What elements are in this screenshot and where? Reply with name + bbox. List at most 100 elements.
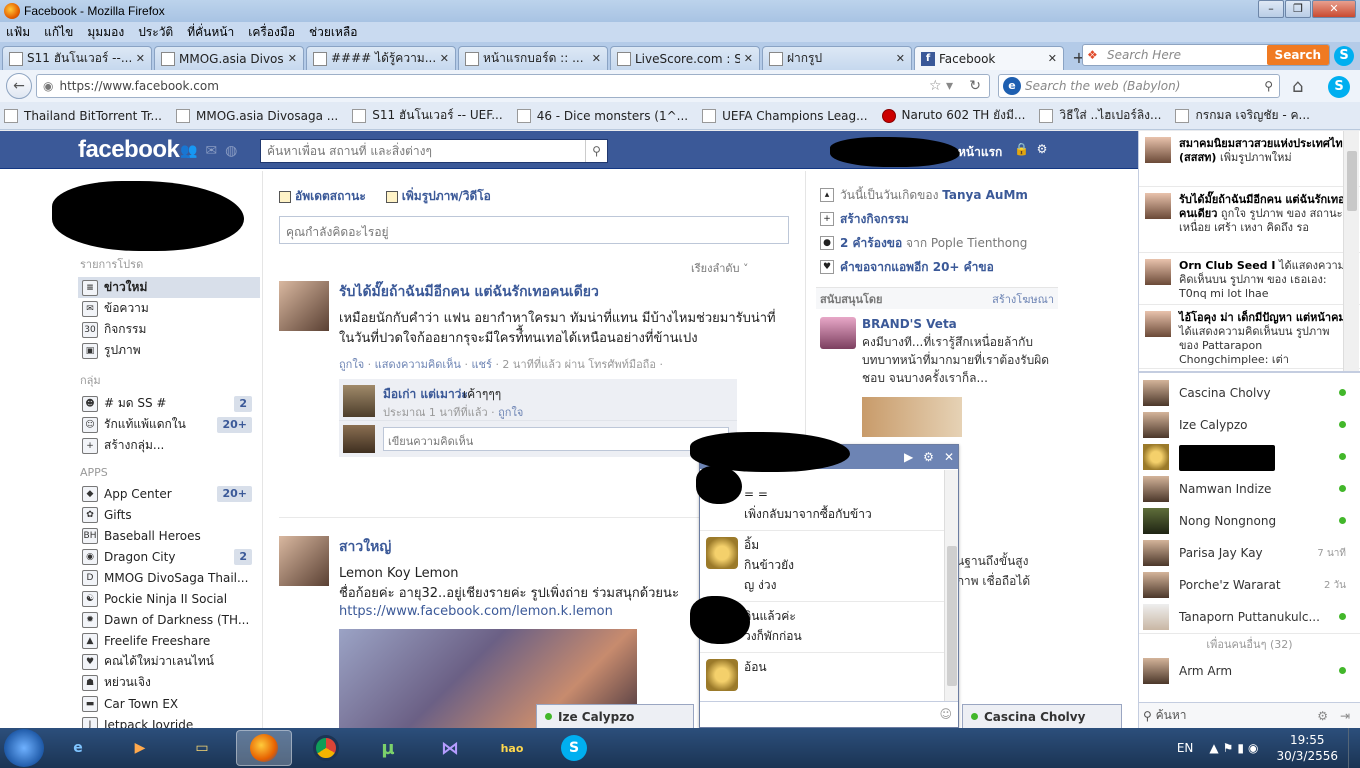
avatar[interactable] xyxy=(343,385,375,417)
skype-icon[interactable]: S xyxy=(546,730,602,766)
hao123-icon[interactable]: hao xyxy=(484,730,540,766)
create-ad-link[interactable]: สร้างโฆษณา xyxy=(992,290,1054,308)
nav-mmog-divosaga[interactable]: D MMOG DivoSaga Thail... xyxy=(78,567,260,588)
chat-search[interactable]: ⚲ ค้นหา ⚙ ⇥ xyxy=(1139,702,1360,728)
tab-s11[interactable]: S11 ฮันโนเวอร์ --... ✕ xyxy=(2,46,152,70)
chat-message-input[interactable]: ☺ xyxy=(700,701,958,727)
tray-icons[interactable]: ▲⚑▮◉ xyxy=(1209,741,1262,755)
site-identity-icon[interactable]: ◉ xyxy=(43,79,53,93)
bookmark-item[interactable]: UEFA Champions Leag... xyxy=(702,108,868,123)
nav-group-true-love[interactable]: ☺ รักแท้แพ้แดกใน 20+ xyxy=(78,414,260,435)
chat-friend[interactable]: Ize Calypzo xyxy=(1139,409,1360,441)
show-desktop-button[interactable] xyxy=(1348,728,1360,768)
comment-author[interactable]: มือเก่า แต่เมาว่ะ xyxy=(383,385,468,404)
nav-pockie-ninja[interactable]: ☯ Pockie Ninja II Social xyxy=(78,588,260,609)
chat-options-gear-icon[interactable]: ⚙ xyxy=(1317,709,1328,723)
birthday-reminder[interactable]: ▴ วันนี้เป็นวันเกิดของ Tanya AuMm xyxy=(816,183,1058,207)
close-tab-icon[interactable]: ✕ xyxy=(136,52,145,65)
chat-friend[interactable]: Porche'z Wararat 2 วัน xyxy=(1139,569,1360,601)
ticker-item[interactable]: Orn Club Seed I ได้แสดงความคิดเห็นบน รูป… xyxy=(1139,253,1360,305)
language-indicator[interactable]: EN xyxy=(1177,741,1194,755)
maximize-button[interactable]: ❐ xyxy=(1285,0,1311,18)
like-link[interactable]: ถูกใจ xyxy=(339,358,364,371)
nav-news-feed[interactable]: ≡ ข่าวใหม่ xyxy=(78,277,260,298)
nav-create-group[interactable]: + สร้างกลุ่ม... xyxy=(78,435,260,456)
close-tab-icon[interactable]: ✕ xyxy=(744,52,753,65)
status-input[interactable]: คุณกำลังคิดอะไรอยู่ xyxy=(279,216,789,244)
facebook-search-input[interactable]: ค้นหาเพื่อน สถานที่ และสิ่งต่างๆ ⚲ xyxy=(260,139,608,163)
chat-friend[interactable] xyxy=(1139,441,1360,473)
chat-friend[interactable]: Parisa Jay Kay 7 นาที xyxy=(1139,537,1360,569)
menu-file[interactable]: แฟ้ม xyxy=(6,23,30,42)
nav-app-center[interactable]: ◆ App Center 20+ xyxy=(78,483,260,504)
add-photo-tab[interactable]: เพิ่มรูปภาพ/วิดีโอ xyxy=(385,187,501,206)
bookmark-item[interactable]: 46 - Dice monsters (1^... xyxy=(516,108,688,123)
privacy-shortcuts-icon[interactable]: 🔒 xyxy=(1014,142,1029,156)
birthday-name[interactable]: Tanya AuMm xyxy=(942,188,1028,202)
tab-facebook[interactable]: f Facebook ✕ xyxy=(914,46,1064,70)
tab-forum[interactable]: #### ได้รู้ความ... ✕ xyxy=(306,46,456,70)
nav-jetpack-joyride[interactable]: J Jetpack Joyride xyxy=(78,714,260,728)
toolbar-search-input[interactable]: Search Here xyxy=(1107,48,1267,62)
search-engine-icon[interactable]: ❖ xyxy=(1087,48,1103,62)
menu-tools[interactable]: เครื่องมือ xyxy=(248,23,295,42)
facebook-logo[interactable]: facebook xyxy=(78,136,180,164)
comment-input[interactable]: เขียนความคิดเห็น xyxy=(383,427,729,451)
close-tab-icon[interactable]: ✕ xyxy=(592,52,601,65)
home-link[interactable]: หน้าแรก xyxy=(958,143,1002,162)
chat-friend[interactable]: Arm Arm xyxy=(1139,655,1360,687)
app-requests-link[interactable]: ♥ คำขอจากแอพอีก 20+ คำขอ xyxy=(816,255,1058,279)
close-tab-icon[interactable]: ✕ xyxy=(288,52,297,65)
start-button[interactable] xyxy=(4,729,44,767)
chat-friend[interactable]: Cascina Cholvy xyxy=(1139,377,1360,409)
nav-photos[interactable]: ▣ รูปภาพ xyxy=(78,340,260,361)
chat-scrollbar[interactable] xyxy=(944,470,958,702)
create-event-link[interactable]: + สร้างกิจกรรม xyxy=(816,207,1058,231)
nav-freelife[interactable]: ▲ Freelife Freeshare xyxy=(78,630,260,651)
nav-messages[interactable]: ✉ ข้อความ xyxy=(78,298,260,319)
share-link[interactable]: แชร์ xyxy=(471,358,491,371)
menu-bookmarks[interactable]: ที่คั่นหน้า xyxy=(187,23,234,42)
ticker-item[interactable]: ไอ้โอคุง ม่า เด็กมีปัญหา แต่หน้าคม ได้แส… xyxy=(1139,305,1360,369)
url-bar[interactable]: ◉ https://www.facebook.com ☆ ▾ ↻ xyxy=(36,74,990,98)
utorrent-icon[interactable]: µ xyxy=(360,730,416,766)
search-icon[interactable]: ⚲ xyxy=(1264,79,1273,93)
ad-photo[interactable] xyxy=(862,397,962,437)
scrollbar-thumb[interactable] xyxy=(1347,151,1357,211)
bookmark-item[interactable]: กรกมล เจริญชัย - ค... xyxy=(1175,106,1310,125)
ad-thumbnail[interactable] xyxy=(820,317,856,349)
sponsored-ad[interactable]: BRAND'S Veta คงมีบางที...ที่เรารู้สึกเหน… xyxy=(816,317,1058,437)
update-status-tab[interactable]: อัพเดตสถานะ xyxy=(279,187,376,206)
close-tab-icon[interactable]: ✕ xyxy=(1048,52,1057,65)
ie-icon[interactable]: e xyxy=(50,730,106,766)
avatar[interactable] xyxy=(279,536,329,586)
comment-link[interactable]: แสดงความคิดเห็น xyxy=(375,358,461,371)
media-player-icon[interactable]: ▶ xyxy=(112,730,168,766)
firefox-icon[interactable] xyxy=(236,730,292,766)
minimize-button[interactable]: – xyxy=(1258,0,1284,18)
explorer-icon[interactable]: ▭ xyxy=(174,730,230,766)
messages-jewel-icon[interactable]: ✉ xyxy=(205,143,217,159)
bookmark-item[interactable]: S11 ฮันโนเวอร์ -- UEF... xyxy=(352,106,503,125)
reload-icon[interactable]: ↻ xyxy=(969,78,981,94)
emoticon-icon[interactable]: ☺ xyxy=(939,707,952,721)
bookmark-item[interactable]: Naruto 602 TH ยังมี... xyxy=(881,106,1025,125)
avatar[interactable] xyxy=(279,281,329,331)
chat-tab-ize-calypzo[interactable]: Ize Calypzo xyxy=(536,704,694,728)
back-button[interactable]: ← xyxy=(6,73,32,99)
settings-gear-icon[interactable]: ⚙ xyxy=(1037,142,1048,156)
bookmark-item[interactable]: วิธีใส่ ..ไฮเปอร์ลิง... xyxy=(1039,106,1161,125)
scrollbar-thumb[interactable] xyxy=(947,546,957,686)
close-window-button[interactable]: ✕ xyxy=(1312,0,1356,18)
clock[interactable]: 19:55 30/3/2556 xyxy=(1276,732,1338,764)
nav-app-yuanjing[interactable]: ☗ หย่วนเจิง xyxy=(78,672,260,693)
menu-history[interactable]: ประวัติ xyxy=(138,23,173,42)
nav-valentine[interactable]: ♥ คณได้ใหม่วาเลนไทน์ xyxy=(78,651,260,672)
chat-friend[interactable]: Nong Nongnong xyxy=(1139,505,1360,537)
tab-board-home[interactable]: หน้าแรกบอร์ด :: ... ✕ xyxy=(458,46,608,70)
bookmark-star-icon[interactable]: ☆ ▾ xyxy=(929,78,953,94)
ticker-item[interactable]: สมาคมนิยมสาวสวยแห่งประเทศไทย (สสสท) เพิ่… xyxy=(1139,131,1360,187)
ticker-scrollbar[interactable] xyxy=(1343,131,1359,371)
story-author[interactable]: รับได้มั๊ยถ้าฉันมีอีกคน แต่ฉันรักเทอคนเด… xyxy=(339,281,789,303)
chat-friend[interactable]: Tanaporn Puttanukulc... xyxy=(1139,601,1360,633)
